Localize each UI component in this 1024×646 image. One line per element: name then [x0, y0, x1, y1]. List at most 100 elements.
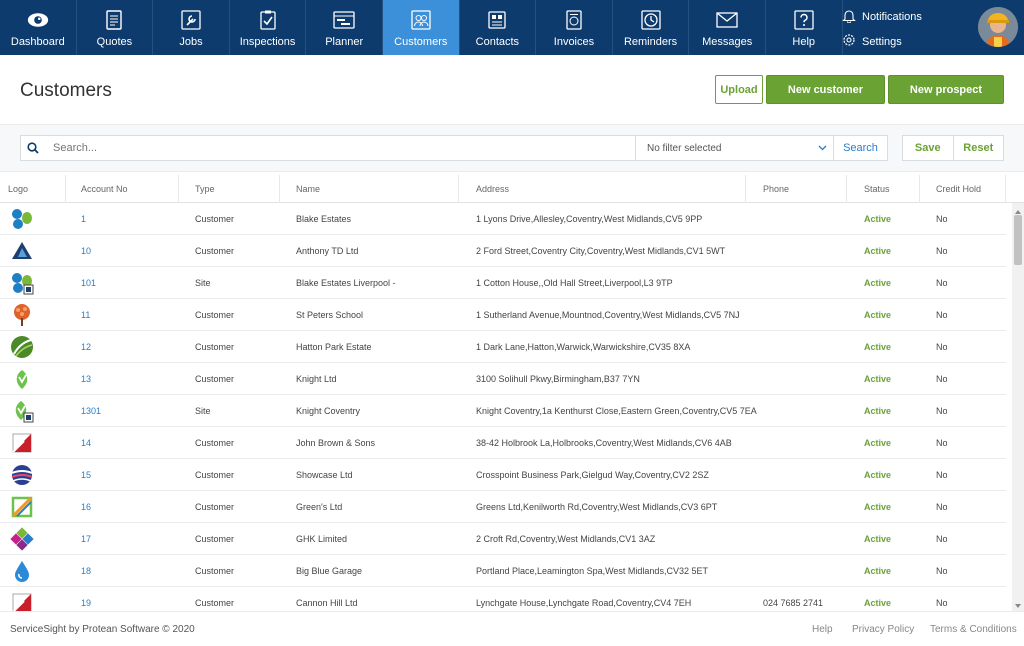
nav-inspections[interactable]: Inspections — [230, 0, 307, 55]
scroll-down-arrow-icon[interactable] — [1014, 599, 1022, 608]
table-row[interactable]: 11 Customer St Peters School 1 Sutherlan… — [0, 299, 1006, 331]
nav-messages[interactable]: Messages — [689, 0, 766, 55]
account-link[interactable]: 101 — [81, 267, 96, 299]
status-badge: Active — [864, 438, 892, 448]
wrench-icon — [180, 9, 202, 31]
table-row[interactable]: 1 Customer Blake Estates 1 Lyons Drive,A… — [0, 203, 1006, 235]
account-link[interactable]: 10 — [81, 235, 91, 267]
table-row[interactable]: 10 Customer Anthony TD Ltd 2 Ford Street… — [0, 235, 1006, 267]
account-link[interactable]: 1301 — [81, 395, 101, 427]
address-cell: Crosspoint Business Park,Gielgud Way,Cov… — [476, 470, 709, 480]
column-header-address[interactable]: Address — [476, 175, 746, 203]
reset-button[interactable]: Reset — [954, 136, 1004, 160]
nav-customers[interactable]: Customers — [382, 0, 460, 55]
credit-hold-cell: No — [936, 406, 948, 416]
users-icon — [410, 9, 432, 31]
credit-hold-cell: No — [936, 470, 948, 480]
name-cell: St Peters School — [296, 310, 364, 320]
credit-hold-cell: No — [936, 246, 948, 256]
table-row[interactable]: 12 Customer Hatton Park Estate 1 Dark La… — [0, 331, 1006, 363]
nav-label: Reminders — [623, 36, 678, 48]
status-badge: Active — [864, 310, 892, 320]
table-row[interactable]: 101 Site Blake Estates Liverpool - 1 Cot… — [0, 267, 1006, 299]
nav-planner[interactable]: Planner — [306, 0, 383, 55]
account-link[interactable]: 18 — [81, 555, 91, 587]
table-row[interactable]: 1301 Site Knight Coventry Knight Coventr… — [0, 395, 1006, 427]
account-link[interactable]: 17 — [81, 523, 91, 555]
search-button[interactable]: Search — [833, 136, 887, 160]
nav-help[interactable]: Help — [766, 0, 843, 55]
nav-label: Dashboard — [10, 36, 65, 48]
account-link[interactable]: 11 — [81, 299, 90, 331]
account-link[interactable]: 14 — [81, 427, 91, 459]
red-slash-logo-icon — [10, 591, 34, 611]
type-cell: Customer — [195, 502, 235, 512]
name-cell: Knight Coventry — [296, 406, 361, 416]
account-link[interactable]: 12 — [81, 331, 91, 363]
save-button[interactable]: Save — [903, 136, 954, 160]
column-header-name[interactable]: Name — [296, 175, 459, 203]
planner-icon — [333, 9, 355, 31]
column-header-logo[interactable]: Logo — [8, 175, 66, 203]
credit-hold-cell: No — [936, 598, 948, 608]
account-link[interactable]: 15 — [81, 459, 91, 491]
status-badge: Active — [864, 534, 892, 544]
column-header-status[interactable]: Status — [864, 175, 920, 203]
credit-hold-cell: No — [936, 566, 948, 576]
scroll-thumb[interactable] — [1014, 215, 1022, 265]
nav-jobs[interactable]: Jobs — [153, 0, 230, 55]
search-input[interactable] — [45, 136, 615, 160]
type-cell: Site — [195, 406, 211, 416]
settings-link[interactable]: Settings — [842, 33, 902, 50]
table-row[interactable]: 18 Customer Big Blue Garage Portland Pla… — [0, 555, 1006, 587]
table-row[interactable]: 19 Customer Cannon Hill Ltd Lynchgate Ho… — [0, 587, 1006, 611]
notifications-link[interactable]: Notifications — [842, 8, 922, 26]
avatar[interactable] — [978, 7, 1018, 47]
contacts-icon — [486, 9, 508, 31]
table-row[interactable]: 17 Customer GHK Limited 2 Croft Rd,Coven… — [0, 523, 1006, 555]
top-navigation: Dashboard Quotes Jobs Inspections Planne… — [0, 0, 1024, 55]
new-prospect-button[interactable]: New prospect — [888, 75, 1004, 104]
status-badge: Active — [864, 342, 892, 352]
nav-invoices[interactable]: Invoices — [536, 0, 613, 55]
nav-quotes[interactable]: Quotes — [77, 0, 154, 55]
phone-cell: 024 7685 2741 — [763, 598, 824, 608]
status-badge: Active — [864, 598, 892, 608]
upload-button[interactable]: Upload — [715, 75, 763, 104]
credit-hold-cell: No — [936, 342, 948, 352]
column-header-credit-hold[interactable]: Credit Hold — [936, 175, 1006, 203]
nav-label: Customers — [394, 36, 448, 48]
scroll-up-arrow-icon[interactable] — [1014, 205, 1022, 214]
status-badge: Active — [864, 406, 892, 416]
type-cell: Customer — [195, 246, 235, 256]
table-row[interactable]: 16 Customer Green's Ltd Greens Ltd,Kenil… — [0, 491, 1006, 523]
nav-label: Messages — [702, 36, 753, 48]
account-link[interactable]: 13 — [81, 363, 91, 395]
table-scrollbar[interactable] — [1012, 203, 1024, 611]
question-icon — [793, 9, 815, 31]
column-header-type[interactable]: Type — [195, 175, 280, 203]
table-row[interactable]: 15 Customer Showcase Ltd Crosspoint Busi… — [0, 459, 1006, 491]
nav-label: Jobs — [179, 36, 203, 48]
footer-privacy-link[interactable]: Privacy Policy — [852, 624, 914, 635]
filter-dropdown[interactable]: No filter selected — [635, 136, 833, 160]
table-row[interactable]: 13 Customer Knight Ltd 3100 Solihull Pkw… — [0, 363, 1006, 395]
name-cell: Anthony TD Ltd — [296, 246, 359, 256]
column-header-account[interactable]: Account No — [81, 175, 179, 203]
table-row[interactable]: 14 Customer John Brown & Sons 38-42 Holb… — [0, 427, 1006, 459]
nav-contacts[interactable]: Contacts — [460, 0, 537, 55]
bell-icon — [842, 8, 862, 26]
new-customer-button[interactable]: New customer — [766, 75, 885, 104]
address-cell: Greens Ltd,Kenilworth Rd,Coventry,West M… — [476, 502, 718, 512]
status-badge: Active — [864, 278, 892, 288]
footer-help-link[interactable]: Help — [812, 624, 833, 635]
nav-dashboard[interactable]: Dashboard — [0, 0, 77, 55]
nav-reminders[interactable]: Reminders — [613, 0, 690, 55]
nav-label: Contacts — [475, 36, 520, 48]
account-link[interactable]: 1 — [81, 203, 86, 235]
account-link[interactable]: 19 — [81, 587, 91, 611]
footer-terms-link[interactable]: Terms & Conditions — [930, 624, 1017, 635]
column-header-phone[interactable]: Phone — [763, 175, 847, 203]
account-link[interactable]: 16 — [81, 491, 91, 523]
user-menu: Notifications Settings — [842, 0, 1024, 55]
